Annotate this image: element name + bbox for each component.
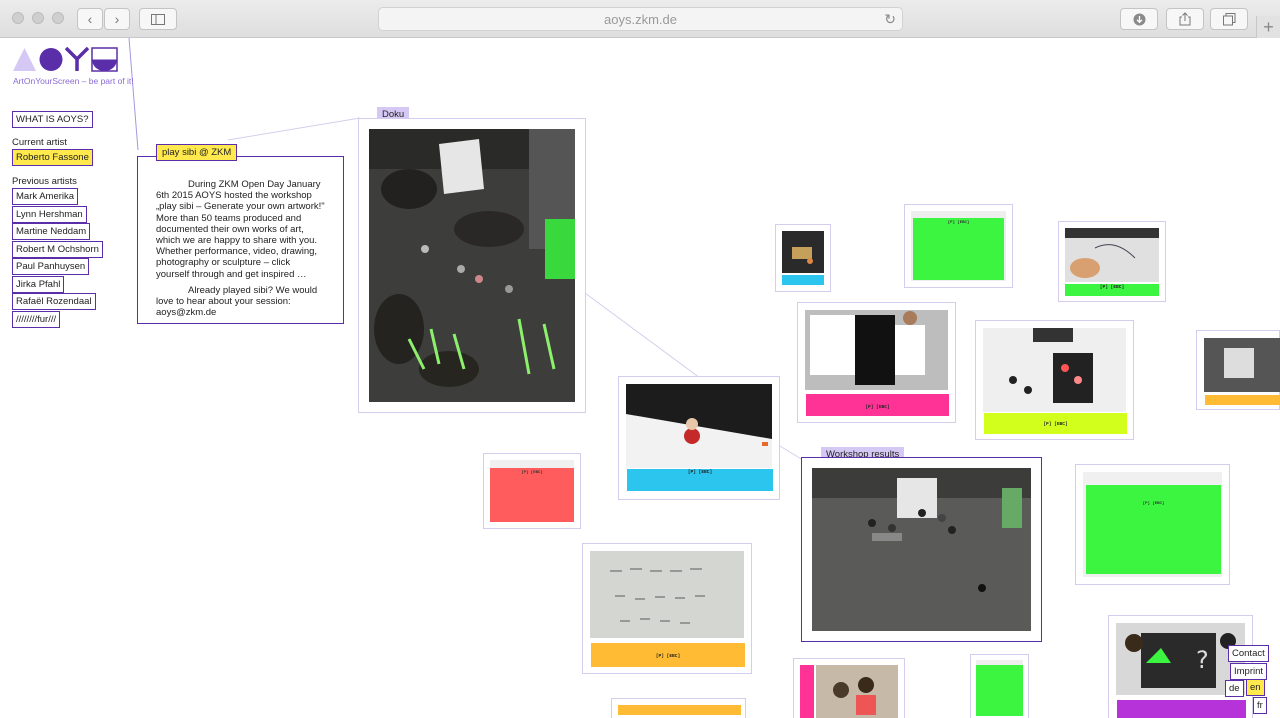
aoys-logo: [13, 47, 118, 72]
result-card-green-1[interactable]: [P] [EBC]: [904, 204, 1013, 288]
card-caption: [P] [EBC]: [655, 654, 681, 659]
boy-paper-photo: [805, 310, 948, 390]
artist-link-martine-neddam[interactable]: Martine Neddam: [12, 223, 91, 240]
imprint-link[interactable]: Imprint: [1230, 663, 1268, 680]
drawing-photo: [1065, 228, 1159, 282]
workshop-title-tag[interactable]: play sibi @ ZKM: [156, 144, 238, 161]
dots-photo: [983, 328, 1126, 412]
thumb-photo: [782, 231, 824, 273]
result-card-drawing[interactable]: [P] [EBC]: [1058, 221, 1166, 302]
current-artist-link[interactable]: Roberto Fassone: [12, 149, 93, 166]
card-caption: [P] [EBC]: [865, 405, 890, 410]
result-card-orange-bottom[interactable]: [611, 698, 746, 718]
language-en[interactable]: en: [1246, 679, 1265, 696]
sidebar-icon[interactable]: [139, 8, 177, 30]
address-bar[interactable]: aoys.zkm.de ↻: [378, 7, 903, 31]
language-de[interactable]: de: [1225, 680, 1244, 697]
result-card-edge[interactable]: [1196, 330, 1280, 410]
result-card-green-2[interactable]: [P] [EBC]: [1075, 464, 1230, 585]
tabs-icon[interactable]: [1210, 8, 1248, 30]
current-artist-label: Current artist: [12, 137, 67, 148]
result-card-toddler[interactable]: [P] [EBC]: [618, 376, 780, 500]
reload-icon[interactable]: ↻: [884, 11, 896, 28]
info-paragraph-2: Already played sibi? We would love to he…: [156, 284, 318, 319]
artist-link-jirka-pfahl[interactable]: Jirka Pfahl: [12, 276, 65, 293]
artist-link-rafael-rozendaal[interactable]: Rafaël Rozendaal: [12, 293, 96, 310]
zoom-window-icon[interactable]: [52, 12, 64, 24]
share-icon[interactable]: [1166, 8, 1204, 30]
toddler-photo: [626, 384, 772, 468]
download-icon[interactable]: [1120, 8, 1158, 30]
chevron-right-icon[interactable]: ›: [104, 8, 130, 30]
browser-toolbar: ‹ › aoys.zkm.de ↻ +: [0, 0, 1280, 38]
workshop-photo: [812, 468, 1031, 631]
artist-link-mark-amerika[interactable]: Mark Amerika: [12, 188, 79, 205]
kids-photo: [816, 665, 898, 718]
result-card-kids[interactable]: [793, 658, 905, 718]
result-card-small-1[interactable]: [775, 224, 831, 292]
minimize-window-icon[interactable]: [32, 12, 44, 24]
url-text: aoys.zkm.de: [604, 11, 677, 27]
artist-link-robert-ochshorn[interactable]: Robert M Ochshorn: [12, 241, 103, 258]
contact-link[interactable]: Contact: [1228, 645, 1269, 662]
workshop-results-card[interactable]: [801, 457, 1042, 642]
what-is-aoys-link[interactable]: WHAT IS AOYS?: [12, 111, 93, 128]
svg-text:?: ?: [1196, 646, 1209, 674]
plus-icon[interactable]: +: [1256, 16, 1280, 38]
card-caption: [P] [EBC]: [687, 470, 713, 475]
sketch-photo: [590, 551, 744, 638]
site-tagline: ArtOnYourScreen – be part of it!: [13, 76, 134, 86]
card-caption: [P] [EBC]: [947, 221, 970, 225]
previous-artists-label: Previous artists: [12, 176, 77, 187]
card-caption: [P] [EBC]: [1043, 422, 1068, 427]
result-card-red[interactable]: [P] [EBC]: [483, 453, 581, 529]
workshop-info-box: During ZKM Open Day January 6th 2015 AOY…: [137, 156, 344, 324]
doku-photo-card[interactable]: [358, 118, 586, 413]
web-page: ArtOnYourScreen – be part of it! WHAT IS…: [0, 38, 1280, 718]
artist-link-fur[interactable]: ////////fur///: [12, 311, 61, 328]
edge-photo: [1204, 338, 1280, 392]
doku-photo: [369, 129, 575, 402]
close-window-icon[interactable]: [12, 12, 24, 24]
info-paragraph-1: During ZKM Open Day January 6th 2015 AOY…: [156, 179, 325, 280]
card-caption: [P] [EBC]: [1142, 502, 1165, 506]
result-card-green-3[interactable]: [970, 654, 1029, 718]
result-card-boy-paper[interactable]: [P] [EBC]: [797, 302, 956, 423]
artist-link-lynn-hershman[interactable]: Lynn Hershman: [12, 206, 87, 223]
artist-link-paul-panhuysen[interactable]: Paul Panhuysen: [12, 258, 90, 275]
language-fr[interactable]: fr: [1253, 697, 1267, 714]
result-card-dots[interactable]: [P] [EBC]: [975, 320, 1134, 440]
chevron-left-icon[interactable]: ‹: [77, 8, 103, 30]
card-caption: [P] [EBC]: [1099, 285, 1125, 290]
card-caption: [P] [EBC]: [521, 471, 543, 475]
result-card-sketch[interactable]: [P] [EBC]: [582, 543, 752, 674]
